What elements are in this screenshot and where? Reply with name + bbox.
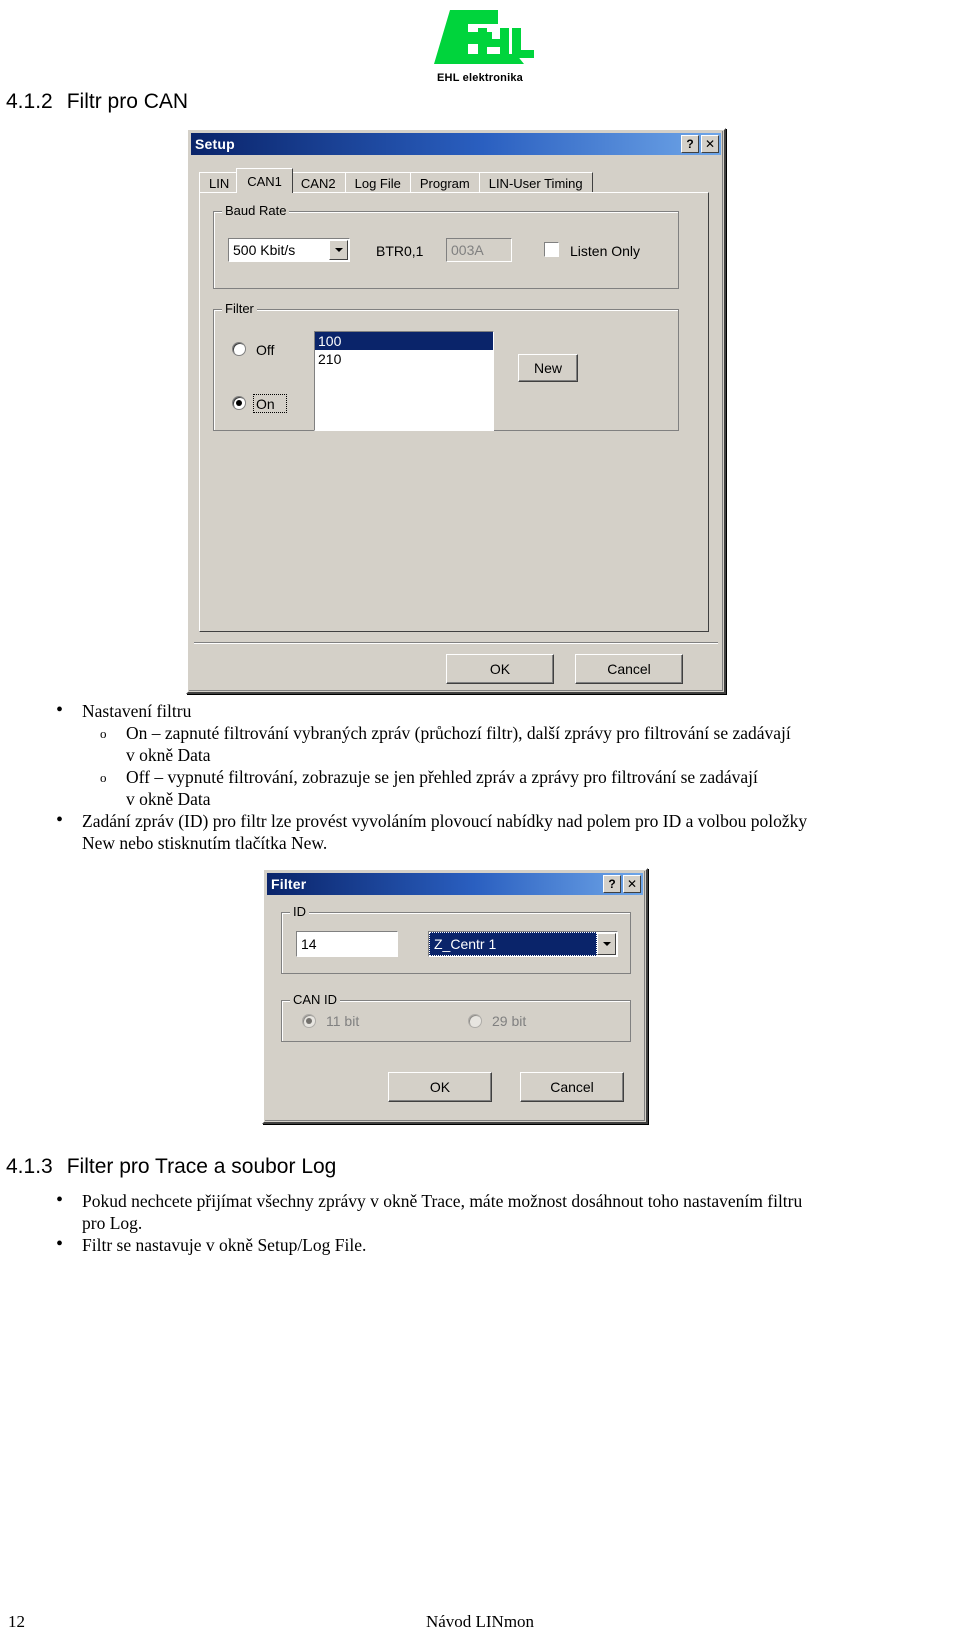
chevron-down-icon[interactable]	[329, 240, 348, 260]
list-item: • Zadání zpráv (ID) pro filtr lze provés…	[56, 810, 936, 854]
tab-log-file[interactable]: Log File	[344, 172, 411, 193]
baud-rate-group: Baud Rate 500 Kbit/s BTR0,1 003A Listen …	[213, 203, 679, 289]
filter-ok-label: OK	[429, 1079, 451, 1095]
setup-tabs: LIN CAN1 CAN2 Log File Program LIN-User …	[199, 168, 593, 193]
close-icon[interactable]: ✕	[701, 135, 719, 153]
setup-ok-label: OK	[489, 661, 511, 677]
section-2-number: 4.1.3	[6, 1155, 53, 1178]
filter-id-listbox[interactable]: 100 210	[314, 331, 494, 431]
filter-dialog-titlebar[interactable]: Filter ? ✕	[267, 873, 643, 895]
tab-program[interactable]: Program	[409, 172, 480, 193]
tab-lin[interactable]: LIN	[199, 172, 240, 193]
setup-cancel-button[interactable]: Cancel	[575, 654, 683, 684]
paragraph-id-line1: Zadání zpráv (ID) pro filtr lze provést …	[82, 811, 808, 831]
list-item: o Off – vypnuté filtrování, zobrazuje se…	[56, 766, 936, 810]
ehl-logo-icon	[420, 8, 540, 66]
footer-document-title: Návod LINmon	[425, 1612, 535, 1631]
section-2-title: 4.1.3 Filter pro Trace a soubor Log	[6, 1155, 336, 1179]
filter-off-label: Off	[256, 342, 275, 358]
can-id-11bit-label: 11 bit	[326, 1013, 360, 1029]
new-filter-button[interactable]: New	[518, 354, 578, 382]
setup-dialog-title: Setup	[195, 136, 235, 152]
listen-only-label: Listen Only	[570, 243, 641, 259]
can-id-29bit-radio[interactable]	[468, 1014, 482, 1028]
listen-only-checkbox[interactable]	[544, 242, 559, 257]
filter-ok-button[interactable]: OK	[388, 1072, 492, 1102]
help-icon[interactable]: ?	[603, 875, 621, 893]
bullet-on-line2: v okně Data	[126, 745, 211, 765]
filter-dialog: Filter ? ✕ ID 14 Z_Centr 1 CAN ID 11 bit…	[262, 868, 648, 1124]
list-item: • Pokud nechcete přijímat všechny zprávy…	[56, 1190, 936, 1234]
page-title: 4.1.2 Filtr pro CAN	[6, 90, 188, 114]
bullet-marker: •	[56, 809, 64, 831]
can-id-group-title: CAN ID	[290, 992, 341, 1007]
list-item: • Nastavení filtru	[56, 700, 936, 722]
filter-dialog-title: Filter	[271, 876, 307, 892]
bullet-on-line1: On – zapnuté filtrování vybraných zpráv …	[126, 723, 791, 743]
help-icon[interactable]: ?	[681, 135, 699, 153]
logo-caption: EHL elektronika	[437, 72, 523, 84]
section-title: Filtr pro CAN	[66, 90, 189, 113]
bullet-marker: •	[56, 1189, 64, 1211]
id-group-title: ID	[290, 904, 309, 919]
bullet-off-line1: Off – vypnuté filtrování, zobrazuje se j…	[126, 767, 758, 787]
list-item: • Filtr se nastavuje v okně Setup/Log Fi…	[56, 1234, 936, 1256]
bullet-marker: •	[56, 699, 64, 721]
setup-ok-button[interactable]: OK	[446, 654, 554, 684]
bullet-marker: o	[100, 726, 107, 741]
can-id-group: CAN ID 11 bit 29 bit	[281, 992, 631, 1042]
bullet-marker: •	[56, 1233, 64, 1255]
filter-cancel-button[interactable]: Cancel	[520, 1072, 624, 1102]
paragraph-id-line2: New nebo stisknutím tlačítka New.	[82, 833, 328, 853]
tab-can1[interactable]: CAN1	[236, 168, 293, 193]
new-filter-button-label: New	[533, 360, 562, 376]
section-2-bullet1-line1: Pokud nechcete přijímat všechny zprávy v…	[82, 1191, 803, 1211]
filter-off-radio[interactable]	[232, 342, 246, 356]
filter-on-label: On	[256, 396, 275, 412]
can-id-29bit-label: 29 bit	[492, 1013, 527, 1029]
section-number: 4.1.2	[6, 90, 53, 113]
section-2-title-text: Filter pro Trace a soubor Log	[66, 1155, 337, 1178]
baud-rate-value: 500 Kbit/s	[233, 242, 296, 258]
setup-cancel-label: Cancel	[607, 661, 651, 677]
dialog-separator	[194, 642, 718, 644]
list-item[interactable]: 210	[315, 350, 493, 368]
can-id-11bit-radio[interactable]	[302, 1014, 316, 1028]
section-2-bullet2-line1: Filtr se nastavuje v okně Setup/Log File…	[82, 1235, 367, 1255]
filter-on-radio[interactable]	[232, 396, 246, 410]
btr-value-field: 003A	[446, 238, 512, 262]
btr-label: BTR0,1	[376, 243, 424, 259]
baud-rate-combo[interactable]: 500 Kbit/s	[228, 238, 350, 262]
bullet-marker: o	[100, 770, 107, 785]
list-item[interactable]: 100	[315, 332, 493, 350]
chevron-down-icon[interactable]	[597, 933, 616, 955]
filter-group: Filter Off On 100 210 New	[213, 301, 679, 431]
tab-lin-user-timing[interactable]: LIN-User Timing	[478, 172, 593, 193]
id-name-combo[interactable]: Z_Centr 1	[428, 931, 618, 957]
page-logo: EHL elektronika	[0, 8, 960, 84]
section-2-bullet1-line2: pro Log.	[82, 1213, 143, 1233]
id-group: ID 14 Z_Centr 1	[281, 904, 631, 974]
setup-dialog-titlebar[interactable]: Setup ? ✕	[191, 133, 721, 155]
tab-can2[interactable]: CAN2	[290, 172, 346, 193]
filter-cancel-label: Cancel	[550, 1079, 594, 1095]
id-value-field[interactable]: 14	[296, 931, 398, 957]
section-2-list: • Pokud nechcete přijímat všechny zprávy…	[56, 1190, 936, 1256]
list-item: o On – zapnuté filtrování vybraných zprá…	[56, 722, 936, 766]
filter-group-title: Filter	[222, 301, 257, 316]
baud-rate-group-title: Baud Rate	[222, 203, 290, 218]
setup-dialog: Setup ? ✕ LIN CAN1 CAN2 Log File Program…	[186, 128, 726, 694]
filter-settings-list: • Nastavení filtru o On – zapnuté filtro…	[56, 700, 936, 854]
bullet-off-line2: v okně Data	[126, 789, 211, 809]
close-icon[interactable]: ✕	[623, 875, 641, 893]
id-name-value: Z_Centr 1	[429, 932, 597, 956]
filter-settings-lead: Nastavení filtru	[82, 701, 192, 721]
tab-page-can1: Baud Rate 500 Kbit/s BTR0,1 003A Listen …	[199, 192, 709, 632]
